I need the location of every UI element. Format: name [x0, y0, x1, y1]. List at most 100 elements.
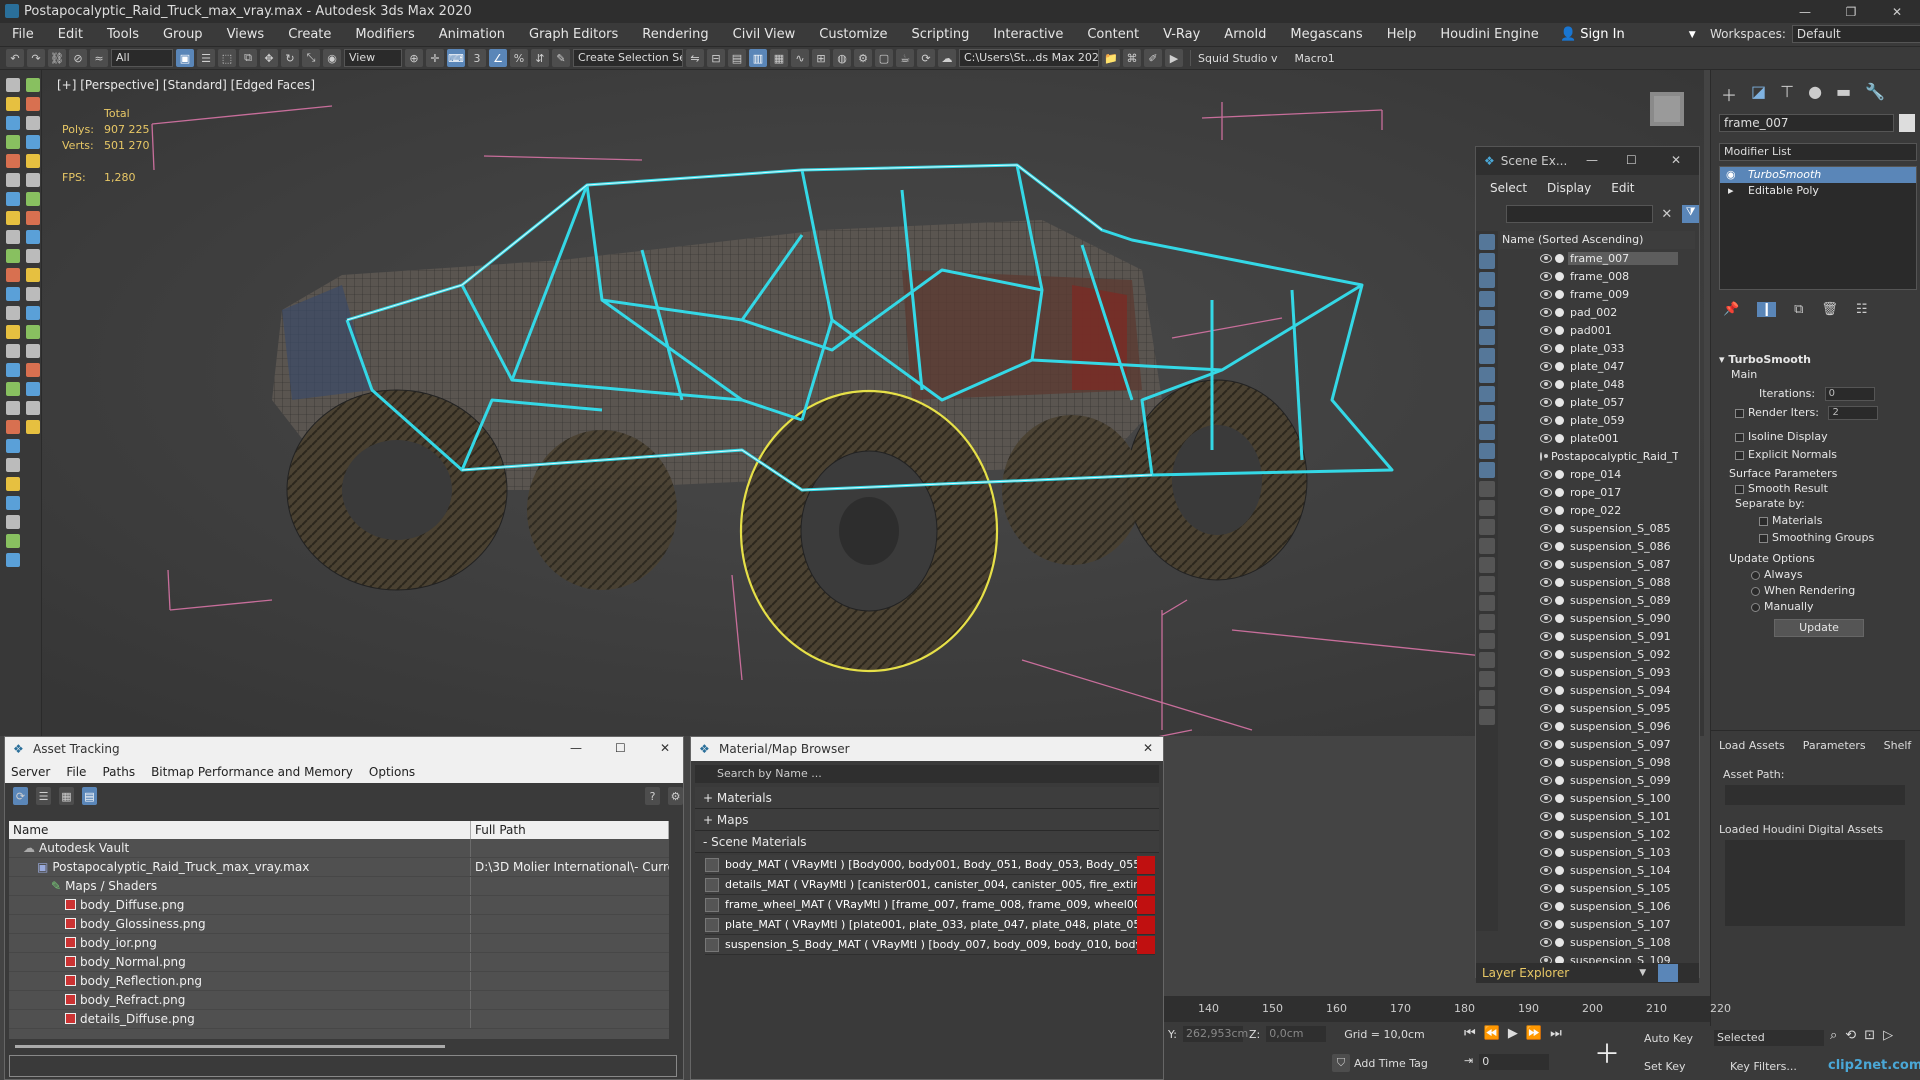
maximize-icon[interactable]: ☐	[615, 741, 626, 755]
asset-row[interactable]: body_Glossiness.png	[9, 915, 669, 934]
scene-object-row[interactable]: frame_008	[1500, 267, 1678, 285]
y-coordinate-field[interactable]: 262,953cm	[1182, 1026, 1248, 1042]
scene-object-row[interactable]: frame_009	[1500, 285, 1678, 303]
name-column-header[interactable]: Name (Sorted Ascending)	[1500, 231, 1695, 249]
tool-icon[interactable]	[6, 192, 20, 206]
visibility-eye-icon[interactable]	[1540, 343, 1552, 353]
display-filter-icon[interactable]	[1479, 424, 1495, 440]
houdini-tab-load-assets[interactable]: Load Assets	[1719, 739, 1785, 752]
menu-v-ray[interactable]: V-Ray	[1151, 27, 1212, 42]
scene-object-row[interactable]: suspension_S_105	[1500, 879, 1678, 897]
display-filter-icon[interactable]	[1479, 481, 1495, 497]
renderable-icon[interactable]	[1555, 883, 1564, 893]
scene-object-row[interactable]: suspension_S_108	[1500, 933, 1678, 951]
tool-icon[interactable]	[6, 477, 20, 491]
asset-menu-item[interactable]: Options	[369, 765, 415, 779]
go-to-start-icon[interactable]: ⏮	[1464, 1026, 1476, 1041]
hierarchy-tab-icon[interactable]: ⊤	[1780, 82, 1794, 106]
table-view-icon[interactable]: ▤	[82, 787, 97, 805]
tool-icon[interactable]	[26, 78, 40, 92]
tool-icon[interactable]	[26, 325, 40, 339]
key-mode-icon[interactable]: ⇥	[1464, 1054, 1473, 1070]
layer-explorer-dropdown[interactable]: Layer Explorer ▼	[1476, 963, 1699, 983]
visibility-eye-icon[interactable]	[1540, 595, 1552, 605]
visibility-eye-icon[interactable]	[1540, 505, 1552, 515]
visibility-eye-icon[interactable]	[1540, 469, 1552, 479]
scene-object-row[interactable]: plate_057	[1500, 393, 1678, 411]
scene-object-row[interactable]: suspension_S_102	[1500, 825, 1678, 843]
tool-icon[interactable]	[6, 306, 20, 320]
tool-icon[interactable]	[26, 268, 40, 282]
asset-row[interactable]: body_Reflection.png	[9, 972, 669, 991]
renderable-icon[interactable]	[1555, 739, 1564, 749]
align-icon[interactable]: ⊟	[707, 49, 725, 67]
settings-icon[interactable]: ⚙	[668, 787, 683, 805]
visibility-eye-icon[interactable]	[1540, 289, 1552, 299]
visibility-eye-icon[interactable]	[1540, 649, 1552, 659]
renderable-icon[interactable]	[1555, 757, 1564, 767]
scene-object-row[interactable]: suspension_S_099	[1500, 771, 1678, 789]
renderable-icon[interactable]	[1555, 271, 1564, 281]
display-filter-icon[interactable]	[1479, 671, 1495, 687]
display-filter-icon[interactable]	[1479, 386, 1495, 402]
visibility-eye-icon[interactable]	[1540, 613, 1552, 623]
scene-object-row[interactable]: pad001	[1500, 321, 1678, 339]
menu-scripting[interactable]: Scripting	[900, 27, 982, 42]
visibility-eye-icon[interactable]	[1540, 307, 1552, 317]
renderable-icon[interactable]	[1555, 613, 1564, 623]
select-object-icon[interactable]: ▣	[176, 49, 194, 67]
display-filter-icon[interactable]	[1479, 576, 1495, 592]
toggle-layer-explorer-icon[interactable]: ▥	[749, 49, 767, 67]
iterations-spinner[interactable]: 0	[1824, 387, 1875, 401]
layers-icon[interactable]	[1658, 964, 1679, 982]
tool-icon[interactable]	[6, 344, 20, 358]
tool-icon[interactable]	[26, 306, 40, 320]
visibility-eye-icon[interactable]	[1540, 811, 1552, 821]
material-browser-titlebar[interactable]: ❖ Material/Map Browser ✕	[691, 737, 1163, 761]
tool-icon[interactable]	[6, 116, 20, 130]
scene-object-row[interactable]: plate_048	[1500, 375, 1678, 393]
renderable-icon[interactable]	[1555, 829, 1564, 839]
workspace-dropdown[interactable]: Default	[1791, 25, 1920, 43]
close-icon[interactable]: ✕	[660, 741, 670, 755]
menu-group[interactable]: Group	[151, 27, 215, 42]
toggle-scene-explorer-icon[interactable]: ▤	[728, 49, 746, 67]
render-production-icon[interactable]: ☕	[896, 49, 914, 67]
tool-icon[interactable]	[26, 287, 40, 301]
asset-row[interactable]: ▣ Postapocalyptic_Raid_Truck_max_vray.max…	[9, 858, 669, 877]
visibility-eye-icon[interactable]	[1540, 325, 1552, 335]
scene-material-item[interactable]: body_MAT ( VRayMtl ) [Body000, body001, …	[705, 855, 1155, 875]
angle-snap-icon[interactable]: ∠	[489, 49, 507, 67]
scene-menu-select[interactable]: Select	[1490, 181, 1527, 195]
visibility-eye-icon[interactable]	[1540, 667, 1552, 677]
asset-menu-item[interactable]: Server	[11, 765, 50, 779]
visibility-eye-icon[interactable]	[1540, 883, 1552, 893]
display-filter-icon[interactable]	[1479, 633, 1495, 649]
renderable-icon[interactable]	[1555, 703, 1564, 713]
tool-icon[interactable]	[26, 116, 40, 130]
tool-icon[interactable]	[6, 97, 20, 111]
visibility-eye-icon[interactable]	[1540, 271, 1552, 281]
material-search-input[interactable]: Search by Name ...	[695, 765, 1159, 783]
name-column-header[interactable]: Name	[9, 821, 471, 839]
renderable-icon[interactable]	[1555, 775, 1564, 785]
current-frame-field[interactable]: 0	[1479, 1054, 1550, 1070]
auto-key-button[interactable]: Auto Key	[1644, 1032, 1693, 1045]
menu-rendering[interactable]: Rendering	[630, 27, 720, 42]
renderable-icon[interactable]	[1555, 433, 1564, 443]
when-rendering-radio[interactable]	[1751, 586, 1760, 596]
make-unique-icon[interactable]: ⧉	[1794, 302, 1803, 317]
object-color-swatch[interactable]	[1899, 114, 1915, 132]
close-icon[interactable]: ✕	[1874, 0, 1920, 23]
tool-icon[interactable]	[6, 249, 20, 263]
tool-icon[interactable]	[6, 135, 20, 149]
macro-label[interactable]: Macro1	[1295, 52, 1335, 65]
time-ruler[interactable]: 140 150 160 170 180 190 200 210 220	[1164, 996, 1731, 1022]
display-filter-icon[interactable]	[1479, 443, 1495, 459]
scene-materials-section[interactable]: - Scene Materials	[695, 831, 1159, 853]
pin-stack-icon[interactable]: 📌	[1723, 302, 1739, 317]
close-icon[interactable]: ✕	[1671, 153, 1681, 167]
menu-civil-view[interactable]: Civil View	[721, 27, 808, 42]
menu-create[interactable]: Create	[276, 27, 343, 42]
scene-search-input[interactable]	[1506, 205, 1654, 223]
